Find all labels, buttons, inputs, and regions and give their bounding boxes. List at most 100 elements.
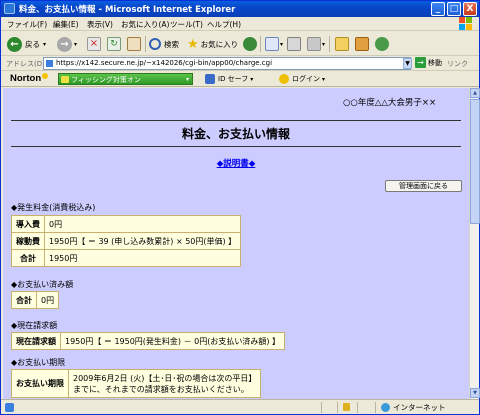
fees-heading: ◆発生料金(消費税込み)	[11, 203, 96, 212]
manual-link[interactable]: ◆説明書◆	[3, 157, 469, 169]
check-icon	[61, 76, 69, 83]
address-label: アドレス(D)	[6, 60, 45, 68]
divider	[11, 120, 461, 121]
star-icon: ★	[187, 36, 199, 52]
refresh-button[interactable]: ↻	[107, 35, 121, 53]
deadline-date: 2009年6月2日 (火)【土･日･祝の場合は次の平日】	[73, 373, 257, 383]
deadline-heading: ◆お支払い期限	[11, 358, 66, 367]
scroll-down-icon[interactable]: ▼	[470, 388, 480, 398]
security-zone: インターネット	[381, 402, 446, 413]
back-label: 戻る	[25, 39, 40, 49]
deadline-table: お支払い期限 2009年6月2日 (火)【土･日･祝の場合は次の平日】 までに、…	[11, 369, 262, 398]
menu-favorites[interactable]: お気に入り(A)	[121, 19, 169, 30]
minimize-button[interactable]: _	[431, 2, 445, 16]
window-title: 料金、お支払い情報 - Microsoft Internet Explorer	[19, 5, 236, 15]
table-row: 導入費 0円	[11, 215, 242, 233]
table-header-cell: 合計	[11, 249, 45, 267]
go-button[interactable]: → 移動	[415, 57, 442, 68]
scroll-up-icon[interactable]: ▲	[470, 88, 480, 98]
menu-view[interactable]: 表示(V)	[87, 19, 113, 30]
forward-button[interactable]: → ▾	[57, 35, 77, 53]
search-label: 検索	[164, 39, 179, 49]
chevron-down-icon: ▾	[322, 75, 326, 83]
table-row: 現在請求額 1950円【 ＝ 1950円(発生料金) － 0円(お支払い済み額)…	[11, 332, 286, 350]
go-arrow-icon: →	[415, 57, 426, 68]
toolbar-separator	[329, 36, 330, 52]
address-url: https://x142.secure.ne.jp/~x142026/cgi-b…	[56, 59, 273, 67]
menu-tools[interactable]: ツール(T)	[170, 19, 203, 30]
menu-bar: ファイル(F) 編集(E) 表示(V) お気に入り(A) ツール(T) ヘルプ(…	[1, 17, 479, 31]
mail-button[interactable]: ▾	[265, 35, 283, 53]
messenger-button[interactable]	[375, 35, 389, 53]
back-arrow-icon: ←	[7, 36, 22, 52]
go-label: 移動	[428, 58, 442, 67]
login-icon	[279, 74, 289, 84]
menu-file[interactable]: ファイル(F)	[7, 19, 47, 30]
table-row: 稼動費 1950円【 ＝ 39 (申し込み数累計) × 50円(単価) 】	[11, 232, 242, 250]
address-input[interactable]: https://x142.secure.ne.jp/~x142026/cgi-b…	[43, 57, 411, 70]
print-button[interactable]	[287, 35, 301, 53]
links-button[interactable]: リンク	[447, 59, 468, 69]
table-cell: 1950円【 ＝ 39 (申し込み数累計) × 50円(単価) 】	[43, 232, 242, 250]
vertical-scrollbar[interactable]: ▲ ▼	[469, 88, 480, 399]
close-button[interactable]: X	[463, 2, 477, 16]
login-button[interactable]: ログイン ▾	[279, 73, 325, 85]
search-button[interactable]: 検索	[149, 35, 179, 53]
windows-logo-icon	[459, 17, 473, 31]
status-divider	[357, 402, 358, 413]
chevron-down-icon: ▾	[250, 75, 254, 83]
print-icon	[287, 37, 301, 51]
folder-button[interactable]	[335, 35, 349, 53]
search-icon	[149, 38, 161, 50]
messenger-icon	[375, 37, 389, 51]
table-header-cell: 合計	[11, 291, 37, 309]
current-table: 現在請求額 1950円【 ＝ 1950円(発生料金) － 0円(お支払い済み額)…	[11, 332, 286, 350]
globe-icon	[381, 403, 390, 412]
back-button[interactable]: ← 戻る ▾	[7, 35, 46, 53]
title-bar: 料金、お支払い情報 - Microsoft Internet Explorer …	[1, 1, 479, 17]
status-divider	[375, 402, 376, 413]
home-icon	[127, 37, 141, 51]
phishing-label: フィッシング対策オン	[71, 76, 141, 84]
scroll-thumb[interactable]	[470, 99, 480, 224]
idsafe-icon	[205, 74, 215, 84]
chevron-down-icon: ▾	[322, 40, 326, 48]
fees-table: 導入費 0円 稼動費 1950円【 ＝ 39 (申し込み数累計) × 50円(単…	[11, 215, 242, 267]
history-icon	[243, 37, 257, 51]
table-row: 合計 1950円	[11, 249, 242, 267]
menu-help[interactable]: ヘルプ(H)	[207, 19, 241, 30]
research-button[interactable]	[355, 35, 369, 53]
status-bar: インターネット	[1, 399, 479, 414]
maximize-button[interactable]: □	[447, 2, 461, 16]
research-icon	[355, 37, 369, 51]
idsafe-button[interactable]: ID セーフ ▾	[205, 73, 253, 85]
stop-icon: ×	[87, 37, 101, 51]
history-button[interactable]	[243, 35, 257, 53]
table-row: お支払い期限 2009年6月2日 (火)【土･日･祝の場合は次の平日】 までに、…	[11, 369, 262, 398]
address-bar: アドレス(D) https://x142.secure.ne.jp/~x1420…	[1, 56, 479, 71]
deadline-note: までに、それまでの請求額をお支払いください。	[73, 384, 249, 394]
status-divider	[321, 402, 322, 413]
table-cell: 1950円【 ＝ 1950円(発生料金) － 0円(お支払い済み額) 】	[59, 332, 286, 350]
edit-button[interactable]: ▾	[307, 35, 325, 53]
chevron-down-icon: ▾	[185, 76, 189, 83]
paid-heading: ◆お支払い済み額	[11, 280, 74, 289]
chevron-down-icon: ▾	[280, 40, 284, 48]
phishing-protection-button[interactable]: フィッシング対策オン ▾	[58, 73, 193, 85]
favorites-button[interactable]: ★ お気に入り	[187, 35, 238, 53]
chevron-down-icon: ▾	[43, 40, 47, 48]
home-button[interactable]	[127, 35, 141, 53]
browser-window: 料金、お支払い情報 - Microsoft Internet Explorer …	[0, 0, 480, 415]
address-dropdown-icon[interactable]: ▼	[403, 58, 412, 69]
menu-edit[interactable]: 編集(E)	[53, 19, 79, 30]
chevron-down-icon: ▾	[74, 40, 78, 48]
lock-icon	[343, 403, 350, 411]
folder-icon	[335, 37, 349, 51]
back-to-admin-button[interactable]: 管理画面に戻る	[385, 180, 462, 192]
current-heading: ◆現在請求額	[11, 321, 58, 330]
divider	[11, 146, 461, 147]
zone-label: インターネット	[393, 403, 446, 412]
stop-button[interactable]: ×	[87, 35, 101, 53]
table-cell: 0円	[43, 215, 242, 233]
status-divider	[337, 402, 338, 413]
